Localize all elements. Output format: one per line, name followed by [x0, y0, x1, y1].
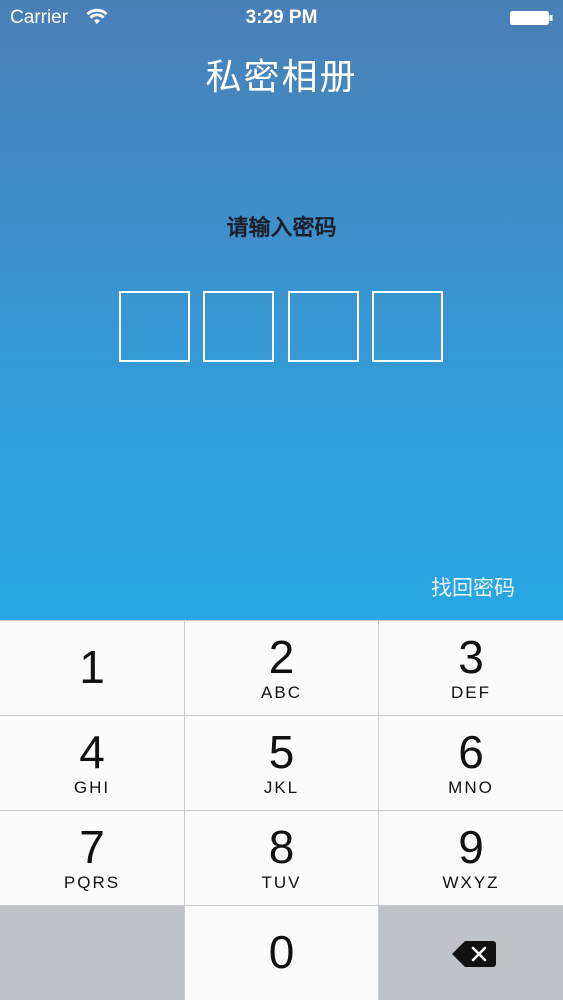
- key-digit: 6: [458, 726, 484, 778]
- key-7[interactable]: 7 PQRS: [0, 811, 184, 905]
- key-digit: 1: [79, 641, 105, 693]
- key-letters: DEF: [451, 683, 491, 702]
- key-2[interactable]: 2 ABC: [185, 621, 378, 715]
- pin-box-2[interactable]: [203, 291, 274, 362]
- key-digit: 7: [79, 821, 105, 873]
- key-letters: ABC: [261, 683, 302, 702]
- key-digit: 9: [458, 821, 484, 873]
- key-digit: 5: [268, 726, 295, 778]
- key-digit: 8: [268, 821, 295, 873]
- key-letters: PQRS: [63, 873, 121, 892]
- key-3[interactable]: 3 DEF: [379, 621, 563, 715]
- header-area: Carrier 3:29 PM 私密相册 请输入密码 找回密码: [0, 0, 563, 620]
- key-digit: 0: [268, 926, 295, 978]
- battery-icon: [510, 11, 553, 25]
- lock-screen: Carrier 3:29 PM 私密相册 请输入密码 找回密码 1 2 ABC …: [0, 0, 563, 1000]
- key-9[interactable]: 9 WXYZ: [379, 811, 563, 905]
- pin-box-1[interactable]: [119, 291, 190, 362]
- pin-box-3[interactable]: [288, 291, 359, 362]
- key-digit: 3: [458, 631, 484, 683]
- key-letters: TUV: [261, 873, 302, 892]
- key-letters: JKL: [263, 778, 300, 797]
- password-prompt: 请输入密码: [226, 216, 337, 241]
- status-time: 3:29 PM: [245, 7, 318, 28]
- key-8[interactable]: 8 TUV: [185, 811, 378, 905]
- key-letters: MNO: [448, 778, 494, 797]
- key-letters: GHI: [73, 778, 111, 797]
- key-letters: WXYZ: [442, 873, 500, 892]
- key-1[interactable]: 1: [0, 621, 184, 715]
- key-5[interactable]: 5 JKL: [185, 716, 378, 810]
- key-digit: 4: [79, 726, 105, 778]
- key-4[interactable]: 4 GHI: [0, 716, 184, 810]
- key-0[interactable]: 0: [185, 906, 378, 1000]
- pin-box-4[interactable]: [372, 291, 443, 362]
- key-blank: [0, 906, 184, 1000]
- backspace-button[interactable]: [379, 906, 563, 1000]
- key-digit: 2: [268, 631, 295, 683]
- key-6[interactable]: 6 MNO: [379, 716, 563, 810]
- page-title: 私密相册: [205, 57, 358, 98]
- recover-password-link[interactable]: 找回密码: [431, 572, 515, 602]
- backspace-icon: [452, 941, 496, 967]
- status-bar: Carrier 3:29 PM: [0, 0, 563, 36]
- numeric-keypad: 1 2 ABC 3 DEF 4 GHI 5 JKL 6 MNO 7 PQRS 8: [0, 620, 563, 1000]
